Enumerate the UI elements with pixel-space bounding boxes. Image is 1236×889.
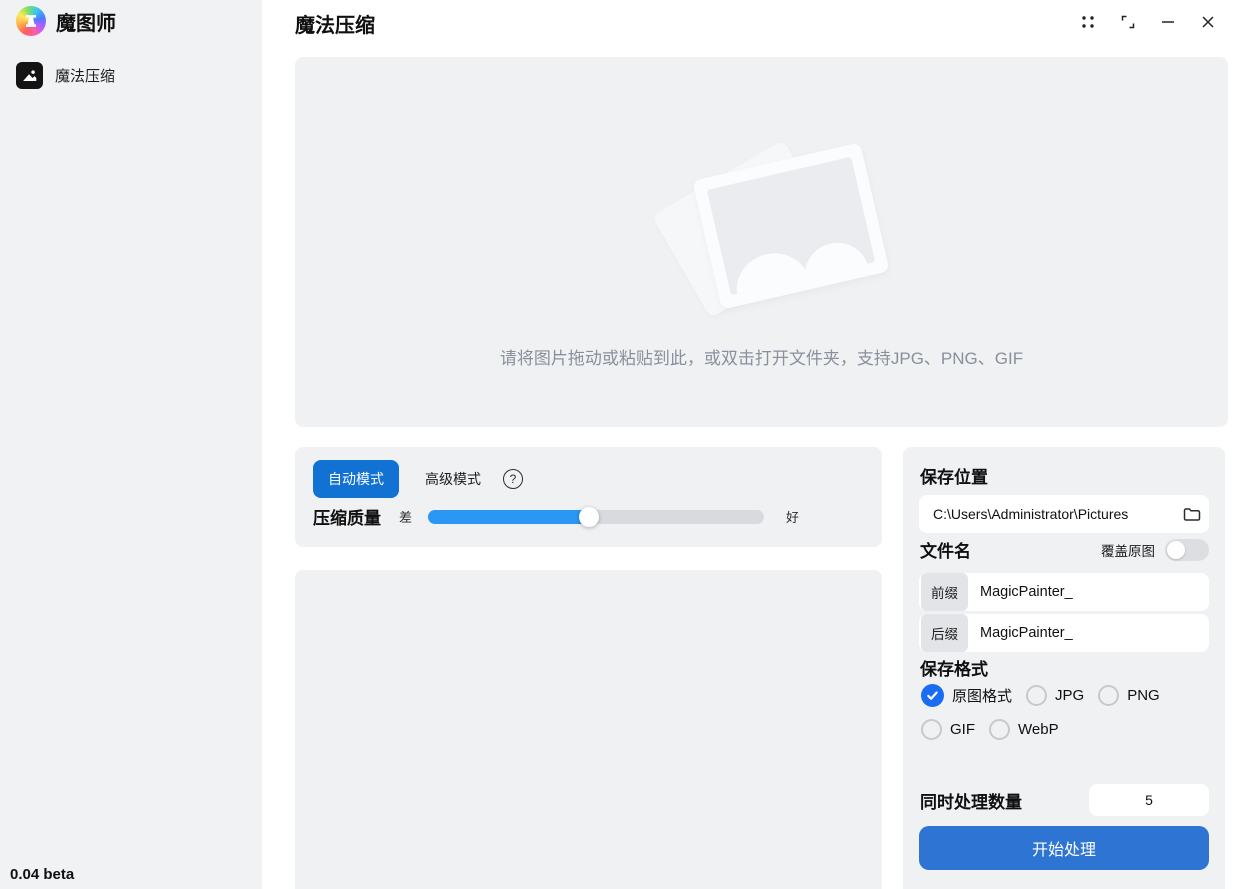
close-icon[interactable] (1188, 6, 1228, 38)
save-path-field[interactable] (919, 495, 1209, 533)
image-icon (16, 62, 43, 89)
save-path-input[interactable] (919, 506, 1175, 522)
suffix-tag: 后缀 (921, 614, 968, 652)
prefix-field[interactable]: 前缀 (919, 573, 1209, 611)
sidebar-item-label: 魔法压缩 (55, 65, 115, 86)
slider-thumb[interactable] (579, 507, 599, 527)
radio-unchecked-icon (989, 719, 1010, 740)
concurrency-input[interactable] (1089, 784, 1209, 816)
radio-unchecked-icon (921, 719, 942, 740)
maximize-icon[interactable] (1108, 6, 1148, 38)
format-option-webp[interactable]: WebP (989, 719, 1059, 740)
save-format-label: 保存格式 (920, 655, 988, 680)
radio-unchecked-icon (1026, 685, 1047, 706)
quality-slider[interactable] (428, 510, 764, 524)
format-option-png[interactable]: PNG (1098, 685, 1160, 706)
version-label: 0.04 beta (10, 866, 74, 883)
concurrency-label: 同时处理数量 (920, 788, 1022, 813)
help-icon[interactable]: ? (503, 469, 523, 489)
suffix-field[interactable]: 后缀 (919, 614, 1209, 652)
toggle-knob (1167, 541, 1185, 559)
radio-unchecked-icon (1098, 685, 1119, 706)
overwrite-toggle[interactable] (1165, 539, 1209, 561)
save-options-panel: 保存位置 文件名 覆盖原图 前缀 后缀 保存格式 (903, 447, 1225, 889)
image-drop-zone[interactable]: 请将图片拖动或粘贴到此，或双击打开文件夹，支持JPG、PNG、GIF (295, 57, 1228, 427)
photos-placeholder-icon (663, 132, 873, 322)
overwrite-label: 覆盖原图 (1101, 540, 1155, 560)
results-list-panel (295, 570, 882, 889)
quality-max-label: 好 (786, 507, 799, 526)
app-logo-row: 魔图师 (16, 6, 116, 36)
sidebar-item-magic-compress[interactable]: 魔法压缩 (16, 62, 115, 89)
sidebar: 魔图师 魔法压缩 0.04 beta (0, 0, 262, 889)
format-option-jpg[interactable]: JPG (1026, 685, 1084, 706)
format-option-original[interactable]: 原图格式 (921, 684, 1012, 707)
format-option-gif[interactable]: GIF (921, 719, 975, 740)
radio-checked-icon (921, 684, 944, 707)
filename-label: 文件名 (920, 537, 971, 562)
suffix-input[interactable] (968, 625, 1209, 641)
start-processing-button[interactable]: 开始处理 (919, 826, 1209, 870)
compression-settings-card: 自动模式 高级模式 ? 压缩质量 差 好 (295, 447, 882, 547)
quality-label: 压缩质量 (313, 504, 381, 529)
dots-grid-icon[interactable] (1068, 6, 1108, 38)
app-logo-icon (16, 6, 46, 36)
page-title: 魔法压缩 (295, 9, 375, 38)
slider-fill (428, 510, 589, 524)
prefix-tag: 前缀 (921, 573, 968, 611)
tab-advanced-mode[interactable]: 高级模式 (425, 469, 481, 489)
logo-glyph-icon (23, 13, 39, 29)
folder-icon[interactable] (1175, 495, 1209, 533)
save-location-label: 保存位置 (920, 463, 988, 488)
app-title: 魔图师 (56, 7, 116, 36)
minimize-icon[interactable] (1148, 6, 1188, 38)
app-window: 魔图师 魔法压缩 0.04 beta 魔法压缩 (0, 0, 1236, 889)
drop-hint-text: 请将图片拖动或粘贴到此，或双击打开文件夹，支持JPG、PNG、GIF (295, 344, 1228, 369)
tab-auto-mode[interactable]: 自动模式 (313, 460, 399, 498)
prefix-input[interactable] (968, 584, 1209, 600)
window-controls (1068, 6, 1228, 38)
quality-min-label: 差 (399, 507, 412, 526)
